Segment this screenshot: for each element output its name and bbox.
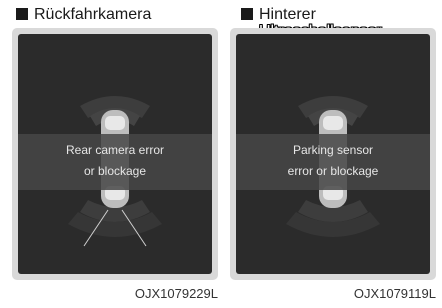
- bullet-square-icon: [241, 8, 253, 20]
- message-line2: error or blockage: [287, 164, 379, 178]
- message-line1: Rear camera error: [65, 143, 165, 157]
- warning-message: Parking sensor error or blockage: [236, 140, 430, 182]
- display-screen: Rear camera error or blockage: [18, 34, 212, 274]
- display-frame-rear-camera: Rear camera error or blockage: [12, 28, 218, 280]
- panel-title-rear-camera: Rückfahrkamera: [16, 6, 151, 23]
- display-screen: Parking sensor error or blockage: [236, 34, 430, 274]
- figure-code: OJX1079229L: [134, 286, 218, 301]
- panel-title-line1: Hinterer: [259, 6, 316, 23]
- warning-message: Rear camera error or blockage: [18, 140, 212, 182]
- display-frame-ultrasonic-sensor: Parking sensor error or blockage: [230, 28, 436, 280]
- panel-title-line1: Rückfahrkamera: [34, 6, 152, 23]
- figure-code: OJX1079119L: [353, 286, 436, 301]
- message-line1: Parking sensor: [292, 143, 374, 157]
- bullet-square-icon: [16, 8, 28, 20]
- message-line2: or blockage: [83, 164, 147, 178]
